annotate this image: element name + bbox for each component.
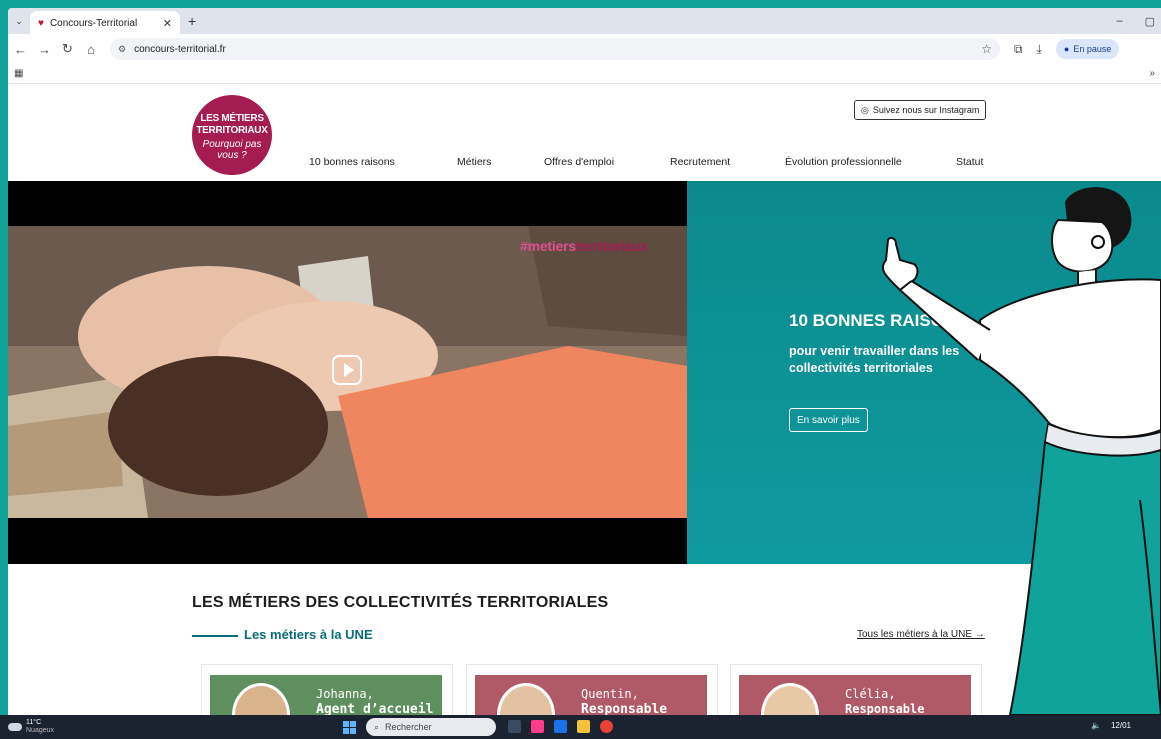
windows-start-icon[interactable] <box>343 721 356 734</box>
taskbar-apps <box>508 720 613 733</box>
maximize-button[interactable]: ▢ <box>1145 15 1155 28</box>
task-view-icon[interactable] <box>508 720 521 733</box>
toolbar-right: ⧉ ⤓ ● En pause <box>1014 39 1120 59</box>
site-info-icon[interactable]: ⚙ <box>118 44 126 55</box>
taskbar: 11°C Nuageux ⌕ Rechercher 🔈 12/01 <box>0 715 1161 739</box>
url-text: concours-territorial.fr <box>134 43 226 55</box>
file-explorer-icon[interactable] <box>577 720 590 733</box>
cloud-icon <box>8 723 22 731</box>
tab-search-icon[interactable]: ⌄ <box>8 8 30 34</box>
reload-icon[interactable]: ↻ <box>62 41 73 57</box>
video-hashtag: #metiersterritoriaux <box>520 238 648 254</box>
pause-dot-icon: ● <box>1063 44 1070 54</box>
logo-line-3: Pourquoi pas <box>202 139 262 150</box>
extensions-icon[interactable]: ⧉ <box>1014 42 1023 57</box>
nav-item-metiers[interactable]: Métiers <box>457 156 491 168</box>
instagram-icon: ◎ <box>861 104 869 115</box>
nav-item-raisons[interactable]: 10 bonnes raisons <box>309 156 395 168</box>
weather-desc: Nuageux <box>26 727 55 734</box>
character-illustration <box>881 187 1161 715</box>
volume-icon[interactable]: 🔈 <box>1091 721 1101 730</box>
bookmark-star-icon[interactable]: ☆ <box>981 42 992 56</box>
logo-line-2: TERRITORIAUX <box>196 125 268 136</box>
site-header: LES MÉTIERS TERRITORIAUX Pourquoi pas vo… <box>8 85 1161 181</box>
tab-strip: ⌄ ♥ Concours-Territorial ✕ + – ▢ <box>8 8 1161 35</box>
apps-grid-icon[interactable]: ▦ <box>14 68 23 79</box>
logo-line-1: LES MÉTIERS <box>200 113 264 124</box>
site-favicon-icon: ♥ <box>38 17 44 29</box>
taskbar-search[interactable]: ⌕ Rechercher <box>366 718 496 736</box>
hashtag-part-2: territoriaux <box>576 238 648 254</box>
nav-item-recrutement[interactable]: Recrutement <box>670 156 730 168</box>
une-divider <box>192 635 238 637</box>
instagram-button[interactable]: ◎ Suivez nous sur Instagram <box>854 100 987 120</box>
outlook-icon[interactable] <box>554 720 567 733</box>
forward-arrow-icon[interactable]: → <box>38 42 51 57</box>
new-tab-button[interactable]: + <box>188 13 196 29</box>
store-icon[interactable] <box>531 720 544 733</box>
video-frame: #metiersterritoriaux <box>8 226 687 518</box>
section-title: LES MÉTIERS DES COLLECTIVITÉS TERRITORIA… <box>192 594 609 611</box>
une-title: Les métiers à la UNE <box>244 627 373 642</box>
play-icon[interactable] <box>332 355 362 385</box>
instagram-label: Suivez nous sur Instagram <box>872 105 980 115</box>
nav-item-offres[interactable]: Offres d'emploi <box>544 156 614 168</box>
toolbar: ← → ↻ ⌂ ⚙ concours-territorial.fr ☆ ⧉ ⤓ … <box>8 34 1161 64</box>
system-tray: 🔈 12/01 <box>1091 721 1131 730</box>
main-nav: 10 bonnes raisons Métiers Offres d'emplo… <box>8 156 1161 174</box>
close-tab-icon[interactable]: ✕ <box>163 17 172 30</box>
tray-date: 12/01 <box>1110 721 1131 730</box>
profile-paused-button[interactable]: ● En pause <box>1055 39 1120 59</box>
weather-temp: 11°C <box>26 719 42 726</box>
nav-item-evolution[interactable]: Évolution professionnelle <box>785 156 902 168</box>
window-controls: – ▢ <box>1116 8 1161 34</box>
card-name: Johanna, <box>316 687 374 701</box>
tab-title: Concours-Territorial <box>49 17 138 29</box>
nav-item-statut[interactable]: Statut <box>956 156 983 168</box>
address-bar[interactable]: ⚙ concours-territorial.fr ☆ <box>110 38 1000 60</box>
more-bookmarks-icon[interactable]: » <box>1149 68 1155 79</box>
pause-label: En pause <box>1073 44 1112 54</box>
weather-text: 11°C Nuageux <box>26 719 54 735</box>
taskbar-search-placeholder: Rechercher <box>385 722 432 732</box>
hashtag-part-1: #metiers <box>520 238 576 254</box>
hero-video[interactable]: #metiersterritoriaux <box>8 181 687 564</box>
chrome-icon[interactable] <box>600 720 613 733</box>
back-arrow-icon[interactable]: ← <box>14 42 27 57</box>
download-icon[interactable]: ⤓ <box>1037 42 1042 57</box>
learn-more-button[interactable]: En savoir plus <box>789 408 868 432</box>
home-icon[interactable]: ⌂ <box>86 42 96 57</box>
minimize-button[interactable]: – <box>1116 15 1122 27</box>
bookmarks-bar: ▦ » <box>8 64 1161 84</box>
browser-tab[interactable]: ♥ Concours-Territorial ✕ <box>30 11 180 35</box>
card-name: Quentin, <box>581 687 639 701</box>
search-icon: ⌕ <box>374 721 380 732</box>
weather-widget[interactable]: 11°C Nuageux <box>8 719 54 735</box>
